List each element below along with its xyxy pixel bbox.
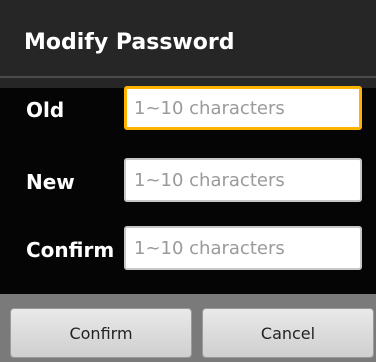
dialog-header: Modify Password <box>0 0 376 88</box>
new-password-row: New <box>0 158 376 206</box>
new-password-input[interactable] <box>124 158 362 202</box>
new-password-label: New <box>26 170 75 194</box>
title-divider <box>0 76 376 78</box>
dialog-button-bar: Confirm Cancel <box>0 294 376 362</box>
confirm-password-row: Confirm <box>0 226 376 274</box>
old-password-row: Old <box>0 86 376 134</box>
confirm-password-label: Confirm <box>26 238 115 262</box>
old-password-input[interactable] <box>124 86 362 130</box>
cancel-button[interactable]: Cancel <box>202 308 374 358</box>
confirm-password-input[interactable] <box>124 226 362 270</box>
confirm-button[interactable]: Confirm <box>10 308 192 358</box>
old-password-label: Old <box>26 98 65 122</box>
modify-password-dialog: Modify Password Old New Confirm Confirm … <box>0 0 376 362</box>
dialog-title: Modify Password <box>24 30 235 55</box>
